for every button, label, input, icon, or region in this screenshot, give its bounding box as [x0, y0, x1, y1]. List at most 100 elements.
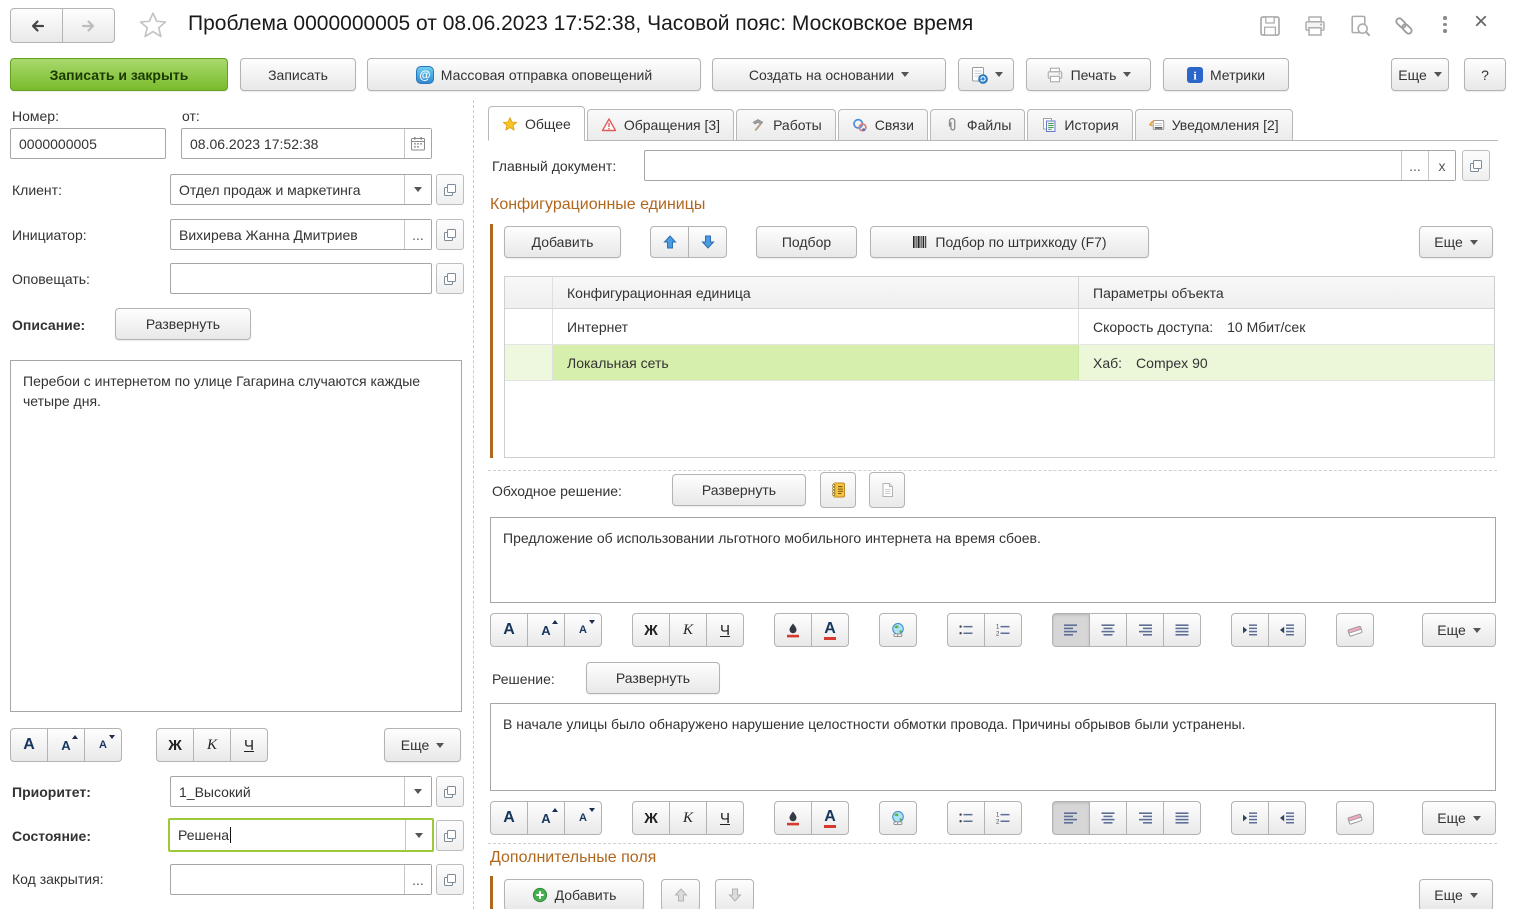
align-left-button[interactable]: [1052, 613, 1090, 647]
font-button[interactable]: А: [10, 728, 48, 762]
config-barcode-button[interactable]: Подбор по штрихкоду (F7): [870, 226, 1149, 258]
bullet-list-button[interactable]: [947, 613, 985, 647]
solution-expand-button[interactable]: Развернуть: [586, 662, 720, 694]
metrics-button[interactable]: Метрики: [1163, 58, 1289, 91]
initiator-field[interactable]: Вихирева Жанна Дмитриев ...: [170, 219, 432, 250]
config-add-button[interactable]: Добавить: [504, 226, 621, 258]
unit-cell[interactable]: Интернет: [553, 309, 1079, 344]
create-document-button[interactable]: [958, 58, 1014, 91]
format-more-button[interactable]: Еще: [1422, 613, 1496, 647]
date-field[interactable]: 08.06.2023 17:52:38: [181, 128, 432, 159]
close-code-choose-button[interactable]: ...: [404, 865, 431, 894]
clear-format-button[interactable]: [1336, 801, 1374, 835]
bold-button[interactable]: Ж: [632, 801, 670, 835]
tab-general[interactable]: Общее: [488, 106, 585, 141]
underline-button[interactable]: Ч: [706, 613, 744, 647]
config-more-button[interactable]: Еще: [1419, 226, 1493, 258]
more-menu-icon[interactable]: [1443, 16, 1447, 33]
additional-more-button[interactable]: Еще: [1419, 879, 1493, 909]
left-format-more-button[interactable]: Еще: [384, 728, 461, 762]
indent-decrease-button[interactable]: [1268, 801, 1306, 835]
priority-open-button[interactable]: [436, 776, 464, 807]
notify-open-button[interactable]: [436, 263, 464, 294]
font-increase-button[interactable]: А: [527, 613, 565, 647]
get-link-icon[interactable]: [1392, 14, 1416, 38]
highlight-color-button[interactable]: [774, 613, 812, 647]
underline-button[interactable]: Ч: [706, 801, 744, 835]
notify-field[interactable]: [170, 263, 432, 294]
align-justify-button[interactable]: [1163, 801, 1201, 835]
close-code-open-button[interactable]: [436, 864, 464, 895]
align-left-button[interactable]: [1052, 801, 1090, 835]
panel-splitter[interactable]: [473, 100, 474, 909]
main-document-choose-button[interactable]: ...: [1401, 151, 1428, 180]
font-increase-button[interactable]: А: [47, 728, 85, 762]
align-center-button[interactable]: [1089, 801, 1127, 835]
tab-history[interactable]: История: [1027, 109, 1132, 140]
unit-cell[interactable]: Локальная сеть: [553, 345, 1079, 380]
clear-format-button[interactable]: [1336, 613, 1374, 647]
numbered-list-button[interactable]: [984, 613, 1022, 647]
format-more-button[interactable]: Еще: [1422, 801, 1496, 835]
number-field[interactable]: 0000000005: [10, 128, 166, 159]
tab-requests[interactable]: Обращения [3]: [587, 109, 734, 140]
tab-files[interactable]: Файлы: [930, 109, 1025, 140]
table-row-selected[interactable]: Локальная сеть Хаб: Compex 90: [505, 345, 1494, 381]
create-based-on-button[interactable]: Создать на основании: [712, 58, 946, 91]
save-icon[interactable]: [1258, 14, 1282, 38]
initiator-choose-button[interactable]: ...: [404, 220, 431, 249]
print-preview-icon[interactable]: [1348, 14, 1372, 38]
knowledge-base-button[interactable]: [820, 472, 856, 508]
bold-button[interactable]: Ж: [632, 613, 670, 647]
align-center-button[interactable]: [1089, 613, 1127, 647]
config-pick-button[interactable]: Подбор: [756, 226, 857, 258]
priority-field[interactable]: 1_Высокий: [170, 776, 432, 807]
bullet-list-button[interactable]: [947, 801, 985, 835]
print-icon[interactable]: [1303, 14, 1327, 38]
params-cell[interactable]: Хаб: Compex 90: [1079, 345, 1494, 380]
workaround-textarea[interactable]: Предложение об использовании льготного м…: [490, 517, 1496, 603]
tab-notifications[interactable]: Уведомления [2]: [1135, 109, 1293, 140]
font-color-button[interactable]: А: [811, 801, 849, 835]
highlight-color-button[interactable]: [774, 801, 812, 835]
underline-button[interactable]: Ч: [230, 728, 268, 762]
toolbar-more-button[interactable]: Еще: [1391, 58, 1449, 91]
font-button[interactable]: А: [490, 613, 528, 647]
state-field[interactable]: Решена: [168, 818, 434, 852]
client-open-button[interactable]: [436, 174, 464, 205]
calendar-button[interactable]: [404, 129, 431, 158]
state-dropdown-button[interactable]: [405, 820, 432, 850]
template-document-button[interactable]: [869, 472, 905, 508]
description-textarea[interactable]: Перебои с интернетом по улице Гагарина с…: [10, 360, 462, 712]
additional-add-button[interactable]: Добавить: [504, 879, 644, 909]
mass-notify-button[interactable]: Массовая отправка оповещений: [367, 58, 701, 91]
indent-decrease-button[interactable]: [1268, 613, 1306, 647]
font-color-button[interactable]: А: [811, 613, 849, 647]
forward-button[interactable]: [62, 8, 115, 43]
insert-link-button[interactable]: [879, 613, 917, 647]
font-increase-button[interactable]: А: [527, 801, 565, 835]
font-decrease-button[interactable]: А: [84, 728, 122, 762]
font-decrease-button[interactable]: А: [564, 613, 602, 647]
print-menu-button[interactable]: Печать: [1026, 58, 1151, 91]
save-button[interactable]: Записать: [240, 58, 356, 91]
client-dropdown-button[interactable]: [404, 175, 431, 204]
indent-increase-button[interactable]: [1231, 801, 1269, 835]
indent-increase-button[interactable]: [1231, 613, 1269, 647]
bold-button[interactable]: Ж: [156, 728, 194, 762]
move-down-button[interactable]: [688, 226, 727, 258]
italic-button[interactable]: К: [669, 613, 707, 647]
font-button[interactable]: А: [490, 801, 528, 835]
italic-button[interactable]: К: [669, 801, 707, 835]
tab-works[interactable]: Работы: [736, 109, 836, 140]
main-document-field[interactable]: ... x: [644, 150, 1456, 181]
description-expand-button[interactable]: Развернуть: [115, 308, 251, 340]
insert-link-button[interactable]: [879, 801, 917, 835]
help-button[interactable]: ?: [1464, 58, 1506, 91]
move-up-button[interactable]: [650, 226, 689, 258]
state-open-button[interactable]: [436, 820, 464, 851]
priority-dropdown-button[interactable]: [404, 777, 431, 806]
main-document-open-button[interactable]: [1462, 150, 1490, 181]
params-cell[interactable]: Скорость доступа: 10 Мбит/сек: [1079, 309, 1494, 344]
numbered-list-button[interactable]: [984, 801, 1022, 835]
